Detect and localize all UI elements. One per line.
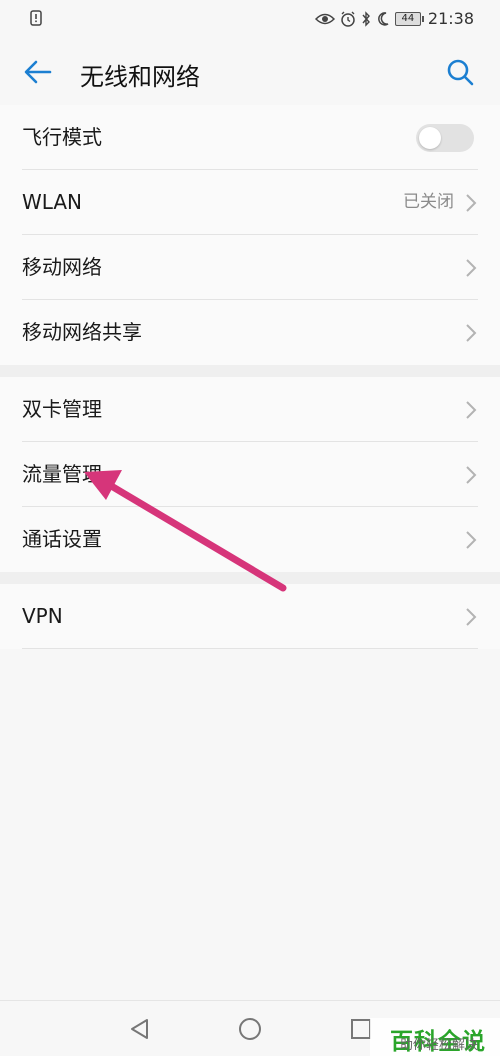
list-item-label: 飞行模式 — [22, 125, 102, 149]
page-title: 无线和网络 — [80, 63, 200, 91]
chevron-right-icon — [466, 531, 477, 549]
list-item-call-settings[interactable]: 通话设置 — [0, 507, 500, 572]
settings-group-network: 飞行模式 WLAN 已关闭 移动网络 移动网络共享 — [0, 105, 500, 365]
list-item-label: 通话设置 — [22, 527, 102, 551]
wlan-status: 已关闭 — [403, 192, 454, 212]
settings-group-vpn: VPN — [0, 584, 500, 649]
divider — [22, 648, 478, 649]
chevron-right-icon — [466, 194, 477, 212]
toggle-knob — [419, 127, 441, 149]
settings-group-sim: 双卡管理 流量管理 通话设置 — [0, 377, 500, 572]
home-circle-icon[interactable] — [236, 1015, 264, 1043]
section-gap — [0, 365, 500, 377]
list-item-label: VPN — [22, 604, 63, 628]
list-item-dual-sim[interactable]: 双卡管理 — [0, 377, 500, 442]
alarm-icon — [340, 11, 356, 27]
app-header: 无线和网络 — [0, 40, 500, 104]
chevron-right-icon — [466, 259, 477, 277]
moon-icon — [376, 11, 390, 27]
list-item-label: 双卡管理 — [22, 397, 102, 421]
back-triangle-icon[interactable] — [126, 1015, 154, 1043]
chevron-right-icon — [466, 324, 477, 342]
list-item-airplane-mode[interactable]: 飞行模式 — [0, 105, 500, 170]
list-item-label: 移动网络共享 — [22, 320, 142, 344]
list-item-label: 移动网络 — [22, 255, 102, 279]
watermark-subtitle: 助你轻松解决 — [399, 1038, 478, 1053]
battery-indicator: 44 — [394, 11, 424, 26]
list-item-vpn[interactable]: VPN — [0, 584, 500, 649]
clock: 21:38 — [427, 9, 474, 28]
list-item-label: WLAN — [22, 190, 83, 214]
chevron-right-icon — [466, 401, 477, 419]
chevron-right-icon — [466, 608, 477, 626]
airplane-mode-toggle[interactable] — [416, 124, 474, 152]
list-item-data-usage[interactable]: 流量管理 — [0, 442, 500, 507]
sim-alert-icon — [30, 10, 42, 30]
list-item-wlan[interactable]: WLAN 已关闭 — [0, 170, 500, 235]
status-bar: 44 21:38 — [0, 0, 500, 38]
search-icon[interactable] — [444, 56, 476, 88]
eye-icon — [314, 12, 335, 26]
chevron-right-icon — [466, 466, 477, 484]
back-arrow-icon[interactable] — [22, 56, 54, 88]
section-gap — [0, 572, 500, 584]
list-item-tethering[interactable]: 移动网络共享 — [0, 300, 500, 365]
list-item-label: 流量管理 — [22, 462, 102, 486]
list-item-mobile-network[interactable]: 移动网络 — [0, 235, 500, 300]
bluetooth-icon — [361, 10, 371, 27]
